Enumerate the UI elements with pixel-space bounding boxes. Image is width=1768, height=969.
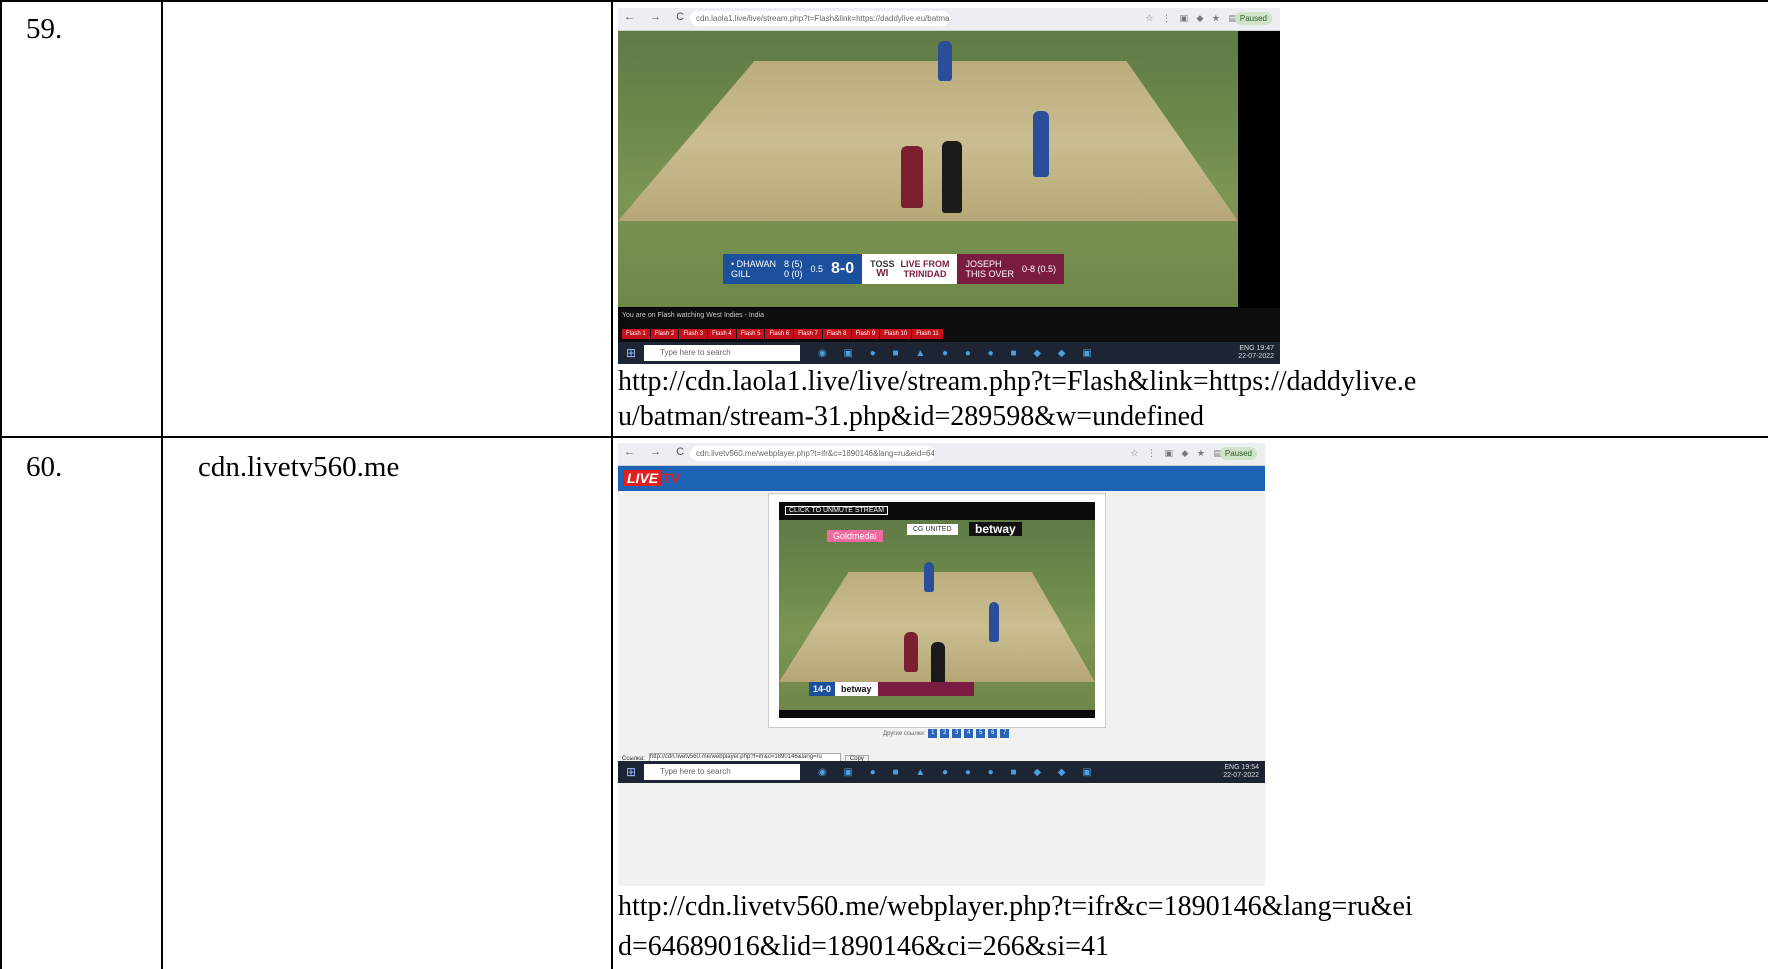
- taskbar-app-icons: ◉ ▣ ● ■ ▲ ● ● ● ■ ◆ ◆ ▣: [818, 766, 1099, 778]
- video-frame: • DHAWAN GILL 8 (5) 0 (0) 0.5 8-0 TOSS W…: [618, 31, 1238, 307]
- alternate-links: Другие ссылки: 1234567: [883, 729, 1010, 738]
- flash-button[interactable]: Flash 8: [822, 329, 851, 339]
- batsman: [938, 41, 952, 81]
- flash-notice: You are on Flash watching West Indies - …: [622, 312, 765, 319]
- row-url-line-2: u/batman/stream-31.php&id=289598&w=undef…: [618, 401, 1205, 432]
- site-logo-live: LIVE: [624, 470, 662, 486]
- flash-button[interactable]: Flash 5: [736, 329, 765, 339]
- score-overlay: 14-0 betway: [809, 682, 974, 696]
- link-button[interactable]: 2: [940, 729, 950, 738]
- address-bar: cdn.livetv560.me/webplayer.php?t=ifr&c=1…: [690, 446, 935, 461]
- flash-button[interactable]: Flash 10: [880, 329, 912, 339]
- ad-cg: CG UNITED: [907, 524, 958, 535]
- batsman: [924, 562, 934, 592]
- flash-button[interactable]: Flash 4: [708, 329, 736, 339]
- batters: • DHAWAN GILL: [731, 259, 776, 279]
- flash-button[interactable]: Flash 3: [679, 329, 708, 339]
- bowling-panel: JOSEPH THIS OVER 0-8 (0.5): [957, 254, 1065, 284]
- link-button[interactable]: 5: [976, 729, 986, 738]
- toss-value: WI: [876, 268, 889, 279]
- non-striker: [989, 602, 999, 642]
- ad-betway: betway: [969, 522, 1022, 536]
- link-button[interactable]: 7: [1000, 729, 1010, 738]
- table-col-divider-2: [611, 0, 613, 969]
- link-button[interactable]: 6: [988, 729, 998, 738]
- row-site: cdn.livetv560.me: [198, 451, 400, 483]
- system-tray: ENG 19:47 22-07-2022: [1238, 345, 1274, 360]
- document-table: 59. ← → C ▲ cdn.laola1.live/live/stream.…: [0, 0, 1768, 969]
- player-container: CLICK TO UNMUTE STREAM Goldmedal CG UNIT…: [768, 493, 1106, 728]
- extension-icons: ☆ ⋮ ▣ ◆ ★ ▤: [1145, 13, 1240, 23]
- toss-panel: TOSS WI LIVE FROM TRINIDAD: [862, 254, 958, 284]
- row-number: 60.: [26, 451, 63, 483]
- bowler: [901, 146, 923, 208]
- flash-button-list: Flash 1 Flash 2 Flash 3 Flash 4 Flash 5 Flash…: [618, 322, 1280, 340]
- this-over: THIS OVER: [965, 269, 1014, 279]
- table-border-top: [0, 0, 1768, 2]
- unmute-button[interactable]: CLICK TO UNMUTE STREAM: [785, 506, 889, 515]
- flash-button[interactable]: Flash 9: [851, 329, 880, 339]
- screenshot-row-60: ← → C ▲ cdn.livetv560.me/webplayer.php?t…: [618, 443, 1265, 886]
- table-col-divider-1: [161, 0, 163, 969]
- extension-icons: ☆ ⋮ ▣ ◆ ★ ▤: [1130, 448, 1225, 458]
- live-label: LIVE FROM: [900, 259, 950, 269]
- row-url-line-1: http://cdn.livetv560.me/webplayer.php?t=…: [618, 891, 1413, 922]
- table-row-divider: [0, 436, 1768, 438]
- paused-badge: Paused: [1219, 447, 1257, 460]
- flash-button[interactable]: Flash 1: [622, 329, 650, 339]
- flash-button[interactable]: Flash 7: [794, 329, 822, 339]
- bowler-name: JOSEPH: [965, 259, 1002, 269]
- links-label: Другие ссылки:: [883, 730, 926, 737]
- batting-score: 14-0: [809, 682, 836, 696]
- screenshot-row-59: ← → C ▲ cdn.laola1.live/live/stream.php?…: [618, 8, 1280, 364]
- link-button-list: 1234567: [928, 729, 1010, 738]
- live-value: TRINIDAD: [903, 269, 947, 279]
- flash-button[interactable]: Flash 11: [912, 329, 943, 339]
- link-button[interactable]: 1: [928, 729, 938, 738]
- batting-score: • DHAWAN GILL 8 (5) 0 (0) 0.5 8-0: [723, 254, 863, 284]
- browser-toolbar: ← → C ▲ cdn.livetv560.me/webplayer.php?t…: [618, 443, 1265, 466]
- bowler-figures: 0-8 (0.5): [1022, 264, 1057, 274]
- table-border-left: [0, 0, 2, 969]
- total-score: 14-0: [813, 684, 832, 694]
- windows-taskbar: ⊞ Type here to search ◉ ▣ ● ■ ▲ ● ● ● ■ …: [618, 342, 1280, 364]
- site-header: LIVE TV: [618, 466, 1265, 491]
- taskbar-search: Type here to search: [644, 764, 800, 780]
- row-url-line-1: http://cdn.laola1.live/live/stream.php?t…: [618, 366, 1417, 397]
- windows-start-icon: ⊞: [625, 346, 637, 360]
- score-sponsor: betway: [835, 682, 878, 696]
- non-striker: [1033, 111, 1049, 177]
- address-bar: cdn.laola1.live/live/stream.php?t=Flash&…: [690, 11, 950, 26]
- video-frame: CLICK TO UNMUTE STREAM Goldmedal CG UNIT…: [779, 502, 1095, 718]
- link-button[interactable]: 3: [952, 729, 962, 738]
- link-button[interactable]: 4: [964, 729, 974, 738]
- windows-taskbar: ⊞ Type here to search ◉ ▣ ● ■ ▲ ● ● ● ■ …: [618, 761, 1265, 783]
- taskbar-search: Type here to search: [644, 345, 800, 361]
- total-score: 8-0: [831, 260, 855, 277]
- flash-button[interactable]: Flash 6: [765, 329, 794, 339]
- overs: 0.5: [810, 264, 824, 274]
- bowling-panel: [877, 682, 974, 696]
- ad-goldmedal: Goldmedal: [827, 530, 883, 542]
- windows-start-icon: ⊞: [625, 765, 637, 779]
- umpire: [942, 141, 962, 213]
- row-url-line-2: d=64689016&lid=1890146&ci=266&si=41: [618, 931, 1109, 962]
- browser-toolbar: ← → C ▲ cdn.laola1.live/live/stream.php?…: [618, 8, 1280, 31]
- flash-button[interactable]: Flash 2: [650, 329, 679, 339]
- pitch: [618, 61, 1238, 221]
- row-number: 59.: [26, 13, 63, 45]
- batter-runs: 8 (5) 0 (0): [783, 259, 803, 279]
- system-tray: ENG 19:54 22-07-2022: [1223, 764, 1259, 779]
- taskbar-app-icons: ◉ ▣ ● ■ ▲ ● ● ● ■ ◆ ◆ ▣: [818, 347, 1099, 359]
- paused-badge: Paused: [1234, 12, 1272, 25]
- bowler: [904, 632, 918, 672]
- site-logo-tv: TV: [662, 470, 680, 486]
- flash-panel: You are on Flash watching West Indies - …: [618, 308, 1280, 342]
- score-overlay: • DHAWAN GILL 8 (5) 0 (0) 0.5 8-0 TOSS W…: [723, 254, 1065, 284]
